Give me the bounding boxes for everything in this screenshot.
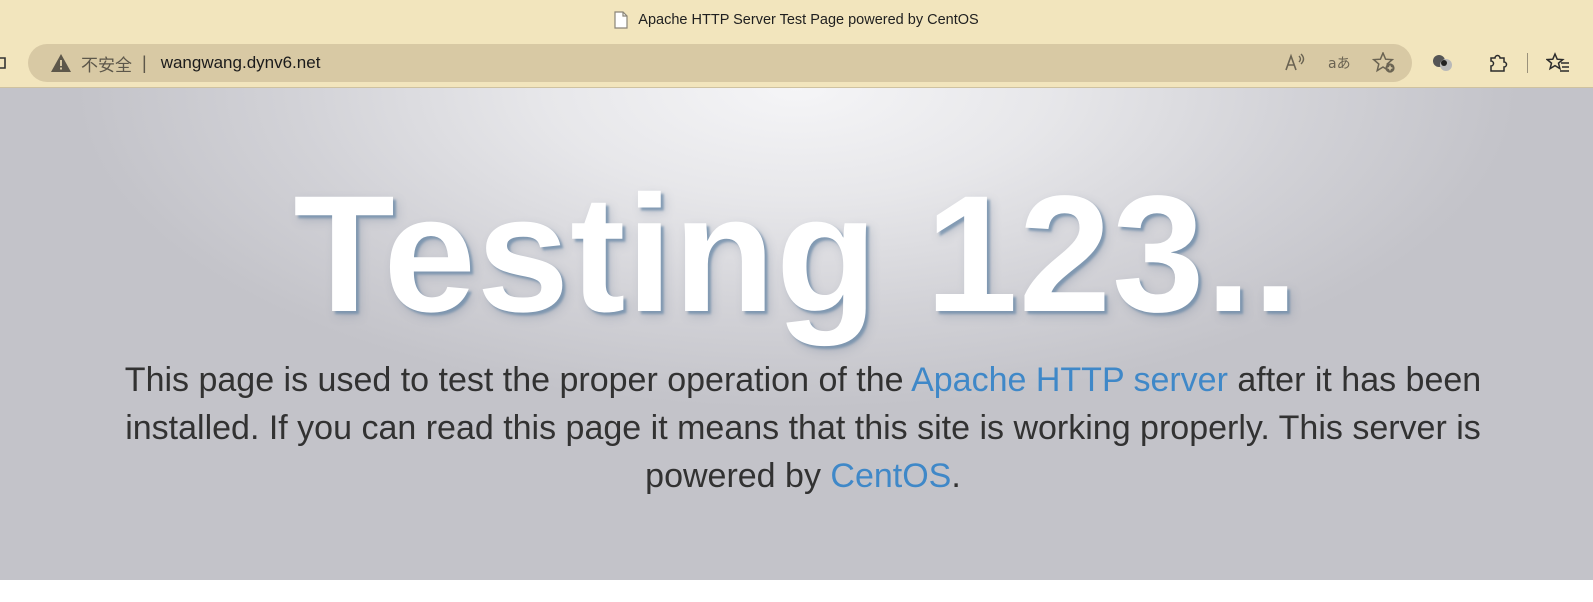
back-button-partial-icon[interactable] xyxy=(0,53,8,73)
address-row: 不安全 | wangwang.dynv6.net aあ xyxy=(0,40,1593,86)
address-separator: | xyxy=(142,52,147,73)
hero-section: Testing 123.. This page is used to test … xyxy=(0,88,1593,580)
read-aloud-icon[interactable] xyxy=(1284,52,1306,74)
add-favorite-icon[interactable] xyxy=(1371,51,1395,74)
translate-icon[interactable]: aあ xyxy=(1328,52,1351,74)
title-bar: Apache HTTP Server Test Page powered by … xyxy=(0,0,1593,40)
warning-icon[interactable] xyxy=(50,53,72,73)
page-content-area xyxy=(0,580,1593,602)
security-status-label[interactable]: 不安全 xyxy=(81,51,132,76)
document-icon xyxy=(614,11,628,29)
address-bar[interactable]: 不安全 | wangwang.dynv6.net aあ xyxy=(28,44,1412,82)
extension-orb-icon[interactable] xyxy=(1430,51,1456,75)
extensions-puzzle-icon[interactable] xyxy=(1486,51,1510,75)
favorites-icon[interactable] xyxy=(1545,51,1570,75)
toolbar xyxy=(1430,44,1570,82)
intro-text-1: This page is used to test the proper ope… xyxy=(124,361,912,399)
tab-title: Apache HTTP Server Test Page powered by … xyxy=(638,12,979,28)
omnibox-actions: aあ xyxy=(1284,44,1395,82)
svg-text:aあ: aあ xyxy=(1328,56,1350,72)
url-text[interactable]: wangwang.dynv6.net xyxy=(161,53,321,73)
intro-text-3: . xyxy=(951,457,961,495)
intro-paragraph: This page is used to test the proper ope… xyxy=(118,356,1488,500)
tab-title-group[interactable]: Apache HTTP Server Test Page powered by … xyxy=(614,11,979,29)
toolbar-divider xyxy=(1527,53,1528,73)
apache-link[interactable]: Apache HTTP server xyxy=(911,361,1228,399)
browser-chrome: Apache HTTP Server Test Page powered by … xyxy=(0,0,1593,88)
page-heading: Testing 123.. xyxy=(293,162,1300,347)
centos-link[interactable]: CentOS xyxy=(830,457,951,495)
